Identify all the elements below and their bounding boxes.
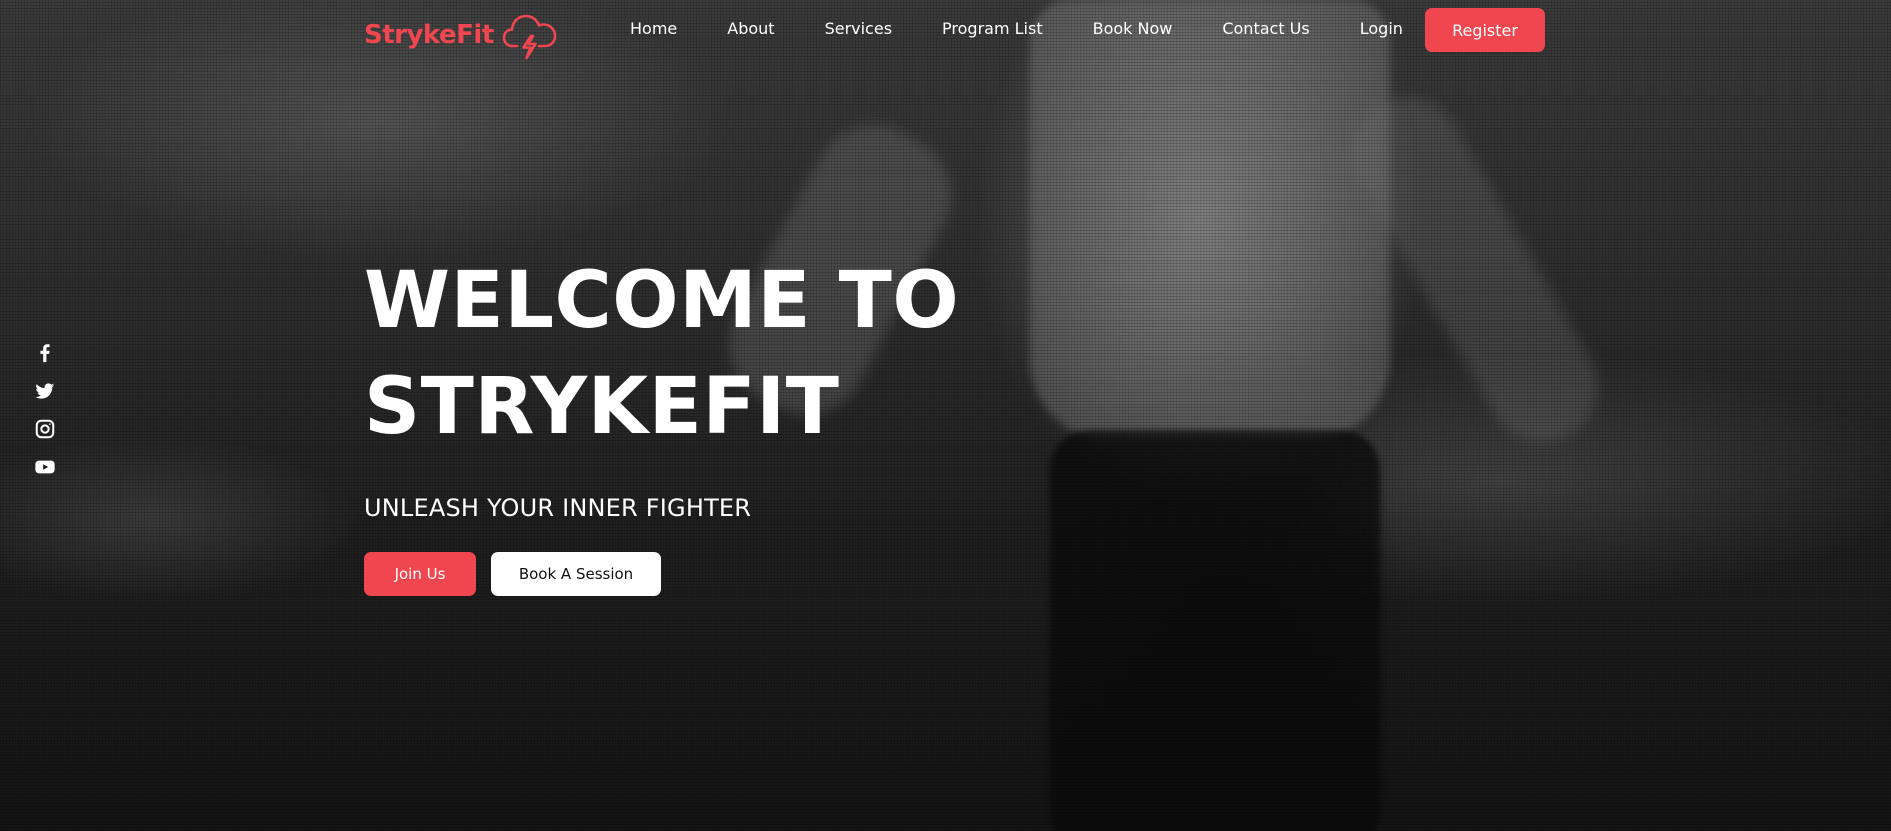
twitter-icon[interactable]	[34, 380, 56, 402]
hero-section: WELCOME TO STRYKEFIT UNLEASH YOUR INNER …	[364, 248, 959, 596]
youtube-icon[interactable]	[34, 456, 56, 478]
facebook-icon[interactable]	[34, 342, 56, 364]
hero-subtitle: UNLEASH YOUR INNER FIGHTER	[364, 494, 752, 522]
nav-link-program-list[interactable]: Program List	[942, 19, 1043, 38]
background-figure-arm-right	[1332, 77, 1618, 463]
nav-link-about[interactable]: About	[727, 19, 774, 38]
nav-link-services[interactable]: Services	[825, 19, 892, 38]
nav-link-contact-us[interactable]: Contact Us	[1222, 19, 1309, 38]
instagram-icon[interactable]	[34, 418, 56, 440]
hero-title: WELCOME TO STRYKEFIT	[364, 248, 959, 460]
hero-title-line-1: WELCOME TO	[364, 256, 960, 346]
nav-link-book-now[interactable]: Book Now	[1093, 19, 1173, 38]
navbar: StrykeFit Home About Services Program Li…	[0, 0, 1891, 62]
hero-buttons: Join Us Book A Session	[364, 552, 959, 596]
join-us-button[interactable]: Join Us	[364, 552, 476, 596]
nav-link-login[interactable]: Login	[1360, 19, 1403, 38]
background-figure-torso	[1030, 0, 1390, 440]
nav-links: Home About Services Program List Book No…	[630, 19, 1453, 38]
brand-name: StrykeFit	[364, 20, 494, 50]
brand-logo[interactable]: StrykeFit	[364, 8, 558, 62]
book-session-button[interactable]: Book A Session	[491, 552, 661, 596]
background-figure-legs	[1050, 430, 1380, 831]
cloud-lightning-icon	[502, 14, 557, 60]
hero-title-line-2: STRYKEFIT	[364, 362, 840, 452]
register-button[interactable]: Register	[1425, 8, 1545, 52]
nav-link-home[interactable]: Home	[630, 19, 677, 38]
social-links	[34, 342, 56, 478]
